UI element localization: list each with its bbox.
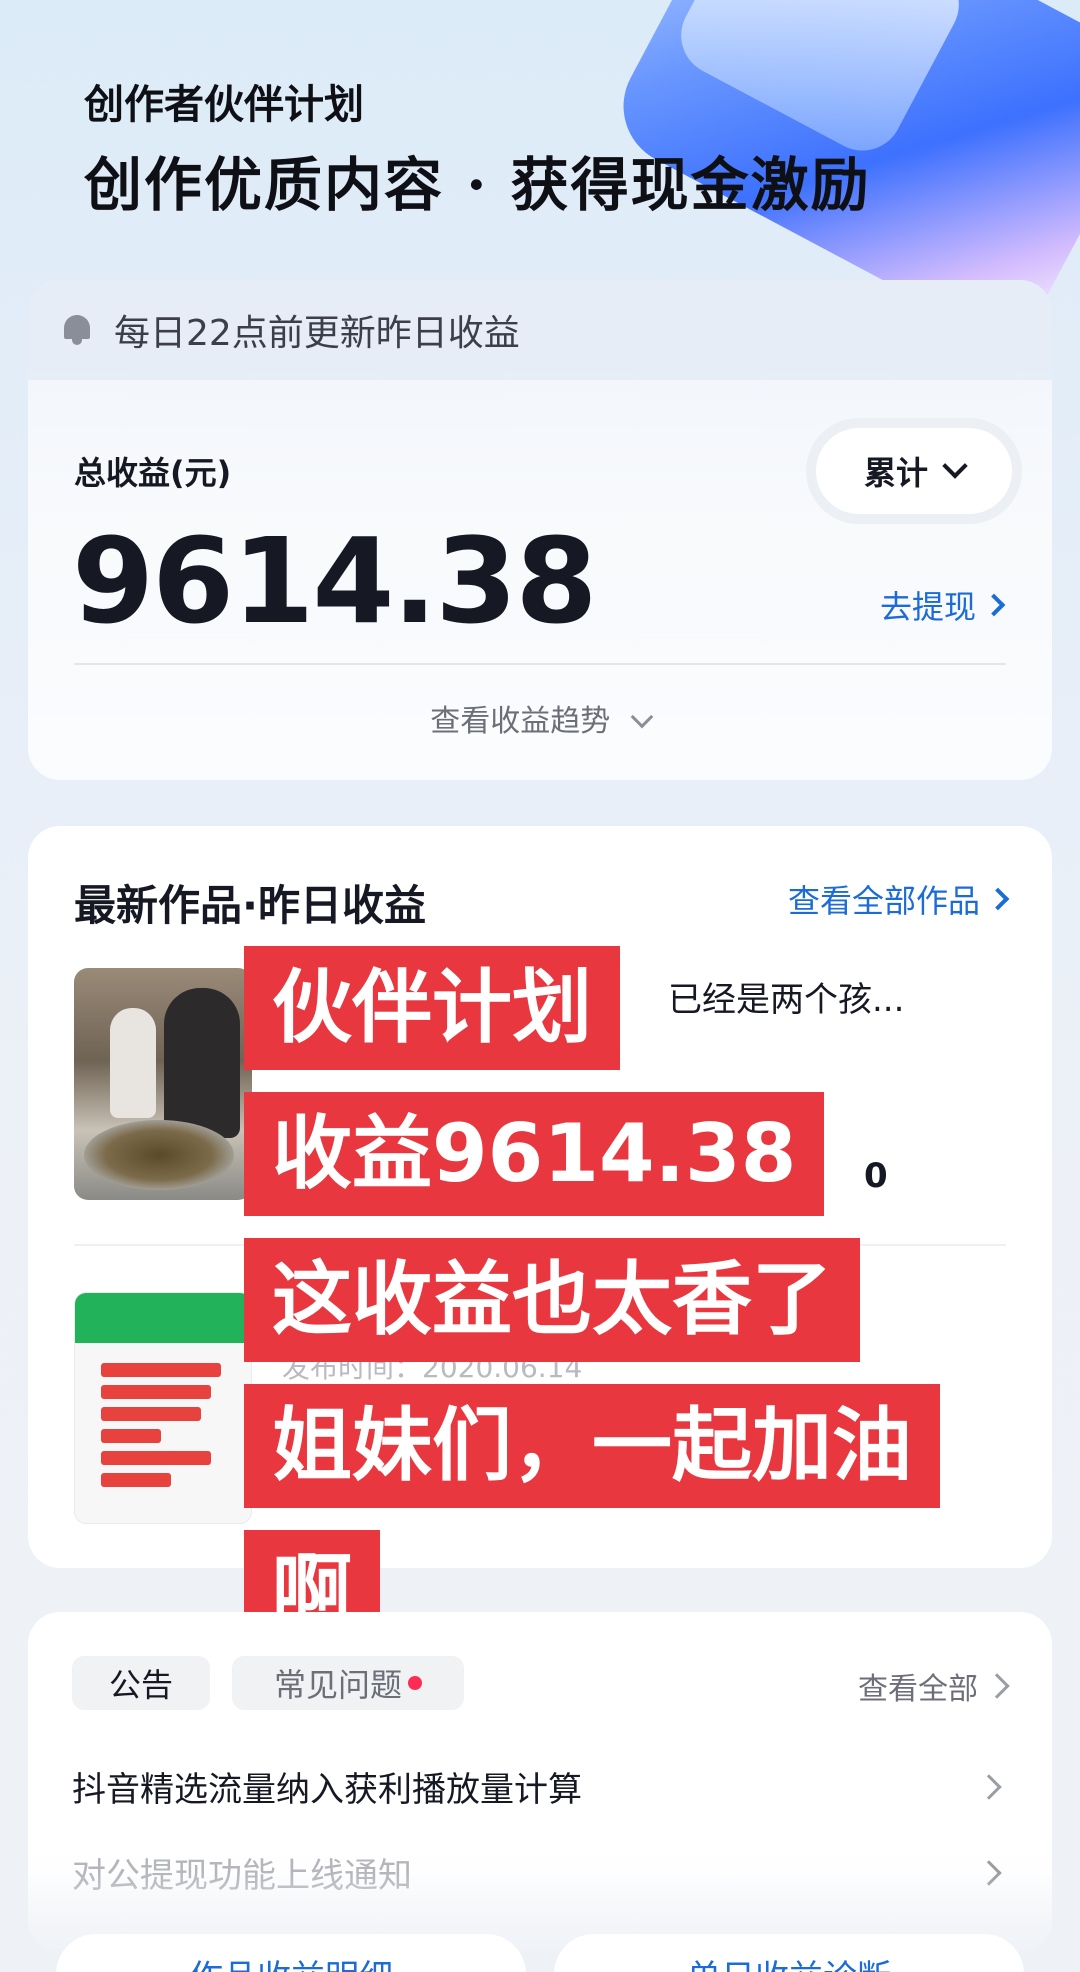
thumbnail-line — [101, 1451, 211, 1465]
daily-earnings-diagnosis-label: 单日收益诊断 — [687, 1958, 891, 1972]
thumbnail-bowl — [84, 1120, 234, 1190]
total-earnings-value: 9614.38 — [72, 512, 597, 650]
thumbnail-line — [101, 1473, 171, 1487]
chevron-down-icon — [630, 705, 654, 729]
announcement-title: 抖音精选流量纳入获利播放量计算 — [72, 1770, 582, 1810]
unread-dot — [408, 1676, 422, 1690]
work-thumbnail[interactable] — [74, 968, 252, 1200]
latest-works-title: 最新作品·昨日收益 — [74, 881, 426, 930]
period-select-button[interactable]: 累计 — [816, 428, 1012, 514]
overlay-caption: 伙伴计划 — [244, 946, 620, 1070]
thumbnail-line — [101, 1363, 221, 1377]
announcements-card: 公告 常见问题 查看全部 抖音精选流量纳入获利播放量计算 对公提现功能上线通知 — [28, 1612, 1052, 1952]
work-thumbnail[interactable] — [74, 1292, 252, 1524]
view-all-announcements-label: 查看全部 — [858, 1672, 978, 1707]
work-earnings: 0 — [864, 1156, 888, 1196]
thumbnail-line — [101, 1407, 201, 1421]
total-earnings-label: 总收益(元) — [74, 454, 232, 492]
update-notice-bar: 每日22点前更新昨日收益 — [28, 280, 1052, 380]
earnings-card: 每日22点前更新昨日收益 总收益(元) 9614.38 累计 去提现 查看收益趋… — [28, 280, 1052, 780]
view-all-works-link[interactable]: 查看全部作品 — [787, 876, 1010, 922]
view-all-works-label: 查看全部作品 — [787, 882, 980, 920]
hero-subtitle: 创作者伙伴计划 — [84, 81, 364, 128]
view-trend-label: 查看收益趋势 — [430, 704, 611, 739]
chevron-down-icon — [942, 453, 968, 479]
view-trend-link[interactable]: 查看收益趋势 — [28, 696, 1052, 740]
withdraw-link[interactable]: 去提现 — [879, 582, 1006, 628]
overlay-caption: 这收益也太香了 — [244, 1238, 860, 1362]
chevron-right-icon — [976, 1773, 1002, 1800]
thumbnail-figure — [164, 988, 240, 1138]
chevron-right-icon — [986, 887, 1010, 911]
bell-icon — [60, 313, 94, 347]
announcement-item[interactable]: 抖音精选流量纳入获利播放量计算 — [72, 1762, 1006, 1811]
overlay-caption: 收益9614.38 — [244, 1092, 825, 1216]
work-title[interactable]: 已经是两个孩... — [668, 972, 904, 1021]
view-all-announcements-link[interactable]: 查看全部 — [858, 1664, 1010, 1708]
hero-banner: 创作者伙伴计划 创作优质内容 · 获得现金激励 — [0, 0, 1080, 352]
divider — [74, 663, 1006, 665]
withdraw-label: 去提现 — [879, 588, 976, 626]
period-select-label: 累计 — [863, 454, 928, 492]
overlay-caption: 姐妹们，一起加油 — [244, 1384, 940, 1508]
thumbnail-line — [101, 1385, 211, 1399]
hero-title: 创作优质内容 · 获得现金激励 — [84, 151, 871, 219]
daily-earnings-diagnosis-button[interactable]: 单日收益诊断 — [554, 1934, 1024, 1972]
update-notice-text: 每日22点前更新昨日收益 — [114, 313, 520, 354]
work-earnings-detail-button[interactable]: 作品收益明细 — [56, 1934, 526, 1972]
tab-faq[interactable]: 常见问题 — [232, 1656, 464, 1710]
work-earnings-detail-label: 作品收益明细 — [189, 1958, 393, 1972]
tab-faq-label: 常见问题 — [273, 1666, 402, 1704]
thumbnail-figure — [110, 1008, 156, 1118]
thumbnail-header — [75, 1293, 251, 1343]
thumbnail-line — [101, 1429, 161, 1443]
chevron-right-icon — [982, 593, 1006, 617]
chevron-right-icon — [984, 1673, 1010, 1699]
tab-announcements-label: 公告 — [108, 1666, 173, 1704]
tab-announcements[interactable]: 公告 — [72, 1656, 210, 1710]
